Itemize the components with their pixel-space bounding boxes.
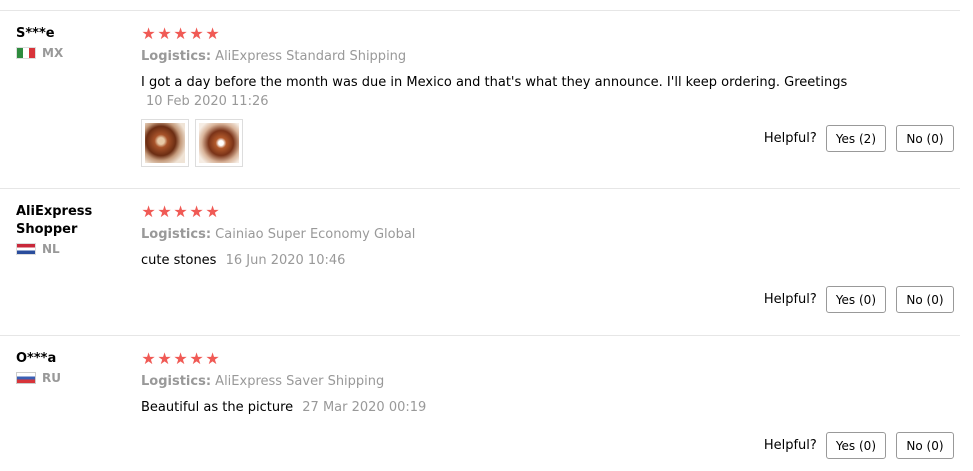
russia-flag-icon	[16, 372, 36, 384]
star-icon: ★	[205, 202, 220, 221]
logistics-info: Logistics: Cainiao Super Economy Global	[141, 227, 861, 243]
helpful-yes-button[interactable]: Yes (2)	[825, 125, 886, 152]
reviewer-country: RU	[16, 370, 126, 386]
country-code: RU	[42, 371, 61, 385]
logistics-method: Cainiao Super Economy Global	[215, 227, 416, 242]
review-photos	[141, 119, 249, 167]
reviewer-info: S***e MX	[16, 25, 126, 61]
star-icon: ★	[205, 349, 220, 368]
logistics-info: Logistics: AliExpress Saver Shipping	[141, 374, 861, 390]
helpful-label: Helpful?	[763, 292, 817, 307]
reviewer-info: O***a RU	[16, 350, 126, 386]
helpful-votes: Helpful? Yes (0) No (0)	[764, 286, 954, 313]
star-icon: ★	[157, 202, 172, 221]
star-icon: ★	[173, 202, 188, 221]
logistics-label: Logistics:	[141, 227, 212, 242]
review-item: AliExpress Shopper NL ★ ★ ★ ★ ★ Logistic…	[0, 188, 960, 336]
review-text: I got a day before the month was due in …	[141, 73, 861, 111]
review-date: 10 Feb 2020 11:26	[146, 94, 269, 109]
review-content: I got a day before the month was due in …	[141, 75, 848, 90]
helpful-no-button[interactable]: No (0)	[896, 125, 954, 152]
netherlands-flag-icon	[16, 243, 36, 255]
helpful-votes: Helpful? Yes (2) No (0)	[764, 125, 954, 152]
star-icon: ★	[173, 24, 188, 43]
helpful-votes: Helpful? Yes (0) No (0)	[764, 432, 954, 459]
reviewer-country: MX	[16, 45, 126, 61]
review-item: O***a RU ★ ★ ★ ★ ★ Logistics: AliExpress…	[0, 335, 960, 471]
star-icon: ★	[189, 202, 204, 221]
star-icon: ★	[141, 349, 156, 368]
star-icon: ★	[157, 24, 172, 43]
star-icon: ★	[189, 349, 204, 368]
logistics-info: Logistics: AliExpress Standard Shipping	[141, 49, 861, 65]
review-photo-thumbnail[interactable]	[195, 119, 243, 167]
star-icon: ★	[157, 349, 172, 368]
helpful-label: Helpful?	[763, 131, 817, 146]
star-icon: ★	[141, 24, 156, 43]
review-text: cute stones 16 Jun 2020 10:46	[141, 251, 861, 270]
mexico-flag-icon	[16, 47, 36, 59]
star-icon: ★	[141, 202, 156, 221]
logistics-label: Logistics:	[141, 49, 212, 64]
review-body: ★ ★ ★ ★ ★ Logistics: AliExpress Saver Sh…	[141, 350, 861, 417]
logistics-label: Logistics:	[141, 374, 212, 389]
feedback-list: S***e MX ★ ★ ★ ★ ★ Logistics: AliExpress…	[0, 0, 973, 471]
star-rating: ★ ★ ★ ★ ★	[141, 25, 861, 43]
reviewer-name: O***a	[16, 351, 57, 366]
logistics-method: AliExpress Standard Shipping	[215, 49, 407, 64]
helpful-yes-button[interactable]: Yes (0)	[825, 432, 886, 459]
star-rating: ★ ★ ★ ★ ★	[141, 203, 861, 221]
helpful-no-button[interactable]: No (0)	[896, 432, 954, 459]
review-content: Beautiful as the picture	[141, 400, 294, 415]
country-code: NL	[42, 242, 60, 256]
review-photo-thumbnail[interactable]	[141, 119, 189, 167]
reviewer-country: NL	[16, 241, 126, 257]
reviewer-info: AliExpress Shopper NL	[16, 203, 126, 257]
review-content: cute stones	[141, 253, 217, 268]
star-icon: ★	[173, 349, 188, 368]
reviewer-name: AliExpress Shopper	[16, 204, 93, 237]
review-item: S***e MX ★ ★ ★ ★ ★ Logistics: AliExpress…	[0, 10, 960, 189]
star-icon: ★	[205, 24, 220, 43]
country-code: MX	[42, 46, 64, 60]
reviewer-name: S***e	[16, 26, 55, 41]
helpful-label: Helpful?	[763, 438, 817, 453]
review-body: ★ ★ ★ ★ ★ Logistics: Cainiao Super Econo…	[141, 203, 861, 270]
review-body: ★ ★ ★ ★ ★ Logistics: AliExpress Standard…	[141, 25, 861, 111]
review-date: 27 Mar 2020 00:19	[302, 400, 427, 415]
star-icon: ★	[189, 24, 204, 43]
helpful-yes-button[interactable]: Yes (0)	[825, 286, 886, 313]
review-date: 16 Jun 2020 10:46	[225, 253, 346, 268]
star-rating: ★ ★ ★ ★ ★	[141, 350, 861, 368]
review-text: Beautiful as the picture 27 Mar 2020 00:…	[141, 398, 861, 417]
logistics-method: AliExpress Saver Shipping	[215, 374, 385, 389]
helpful-no-button[interactable]: No (0)	[896, 286, 954, 313]
